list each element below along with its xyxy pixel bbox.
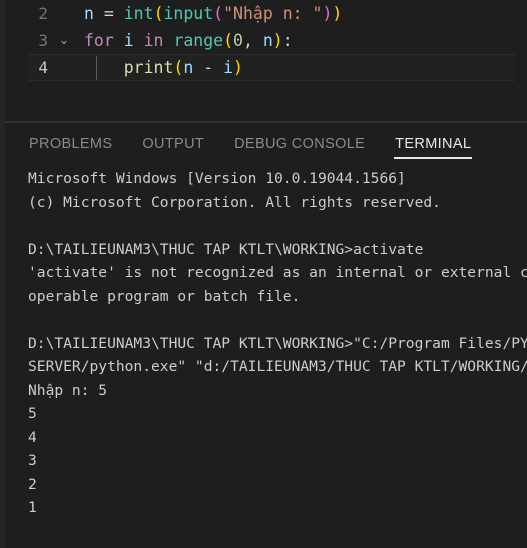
code-token: :	[282, 31, 293, 50]
terminal-line: operable program or batch file.	[28, 287, 301, 305]
code-token: )	[332, 4, 343, 23]
terminal-line: (c) Microsoft Corporation. All rights re…	[28, 193, 441, 211]
activity-bar-edge	[0, 0, 5, 548]
code-token: n	[84, 4, 94, 23]
code-token: "Nhập n: "	[223, 4, 323, 23]
code-token: print	[123, 58, 174, 77]
code-token: i	[223, 58, 234, 77]
panel-tab-problems[interactable]: PROBLEMS	[28, 132, 113, 159]
code-token: int	[123, 4, 154, 23]
terminal-line: Nhập n: 5	[28, 381, 108, 399]
terminal-line: 3	[28, 452, 37, 469]
code-token: (	[213, 4, 224, 23]
code-token: ,	[242, 31, 263, 50]
panel-tab-terminal[interactable]: TERMINAL	[394, 132, 473, 159]
terminal-line: D:\TAILIEUNAM3\THUC TAP KTLT\WORKING>act…	[28, 240, 424, 258]
code-token: -	[193, 58, 224, 77]
code-token: )	[322, 4, 333, 23]
terminal-line: D:\TAILIEUNAM3\THUC TAP KTLT\WORKING>"C:…	[28, 334, 527, 352]
panel-tab-debug-console[interactable]: DEBUG CONSOLE	[233, 132, 366, 159]
line-number: 4	[38, 58, 48, 77]
bottom-panel: PROBLEMS OUTPUT DEBUG CONSOLE TERMINAL Micr…	[0, 123, 527, 548]
code-token: in	[143, 31, 164, 50]
code-token: (	[153, 4, 164, 23]
line-number: 3	[38, 31, 48, 50]
terminal-line: 4	[28, 428, 37, 446]
line-number: 2	[38, 4, 48, 23]
code-token: 0	[233, 31, 243, 50]
terminal-line: 'activate' is not recognized as an inter…	[28, 264, 527, 281]
code-text: print(n - i)	[84, 54, 243, 81]
terminal-output[interactable]: Microsoft Windows [Version 10.0.19044.15…	[0, 167, 527, 548]
code-token: for	[84, 31, 114, 50]
code-token: )	[233, 58, 243, 77]
editor-lines: 2n = int(input("Nhập n: ")) 3 ⌄ for i in ra…	[0, 0, 527, 81]
terminal-line: 2	[28, 475, 37, 493]
terminal-line: Microsoft Windows [Version 10.0.19044.15…	[28, 170, 406, 187]
code-token: (	[173, 58, 184, 77]
code-token: range	[173, 31, 224, 50]
code-token: (	[223, 31, 234, 50]
code-editor[interactable]: 2n = int(input("Nhập n: ")) 3 ⌄ for i in ra…	[0, 0, 527, 121]
terminal-line: SERVER/python.exe" "d:/TAILIEUNAM3/THUC …	[28, 358, 527, 375]
code-text: for i in range(0, n):	[84, 27, 293, 54]
terminal-line: 1	[28, 499, 37, 516]
code-line[interactable]: 4 print(n - i)	[0, 54, 527, 81]
code-line[interactable]: 3 ⌄ for i in range(0, n):	[0, 27, 527, 54]
code-token: =	[93, 4, 124, 23]
chevron-down-icon[interactable]: ⌄	[56, 27, 72, 54]
code-token: n	[183, 58, 194, 77]
code-token: )	[272, 31, 283, 50]
vscode-window: 2n = int(input("Nhập n: ")) 3 ⌄ for i in ra…	[0, 0, 527, 548]
terminal-line: 5	[28, 405, 37, 422]
code-token: input	[163, 4, 214, 23]
code-line[interactable]: 2n = int(input("Nhập n: "))	[0, 0, 527, 27]
panel-tab-bar: PROBLEMS OUTPUT DEBUG CONSOLE TERMINAL	[0, 123, 527, 167]
code-token: n	[262, 31, 273, 50]
panel-tab-output[interactable]: OUTPUT	[141, 132, 205, 159]
code-text: n = int(input("Nhập n: "))	[84, 0, 342, 27]
code-token: i	[123, 31, 134, 50]
